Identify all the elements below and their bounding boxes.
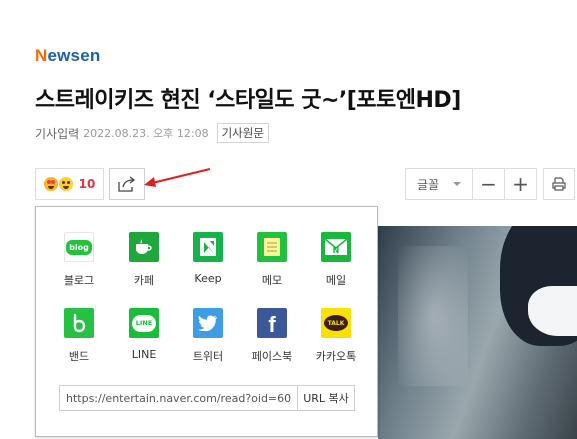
share-blog[interactable]: blog 블로그 <box>51 232 107 288</box>
share-band[interactable]: 밴드 <box>51 308 107 364</box>
memo-icon <box>257 232 287 262</box>
smile-emoji-icon <box>58 177 73 191</box>
share-kakaotalk-label: 카카오톡 <box>315 350 357 363</box>
article-photo <box>378 226 577 439</box>
line-icon: LINE <box>129 308 159 338</box>
mail-tile-text: N <box>332 245 340 255</box>
kakaotalk-tile-text: TALK <box>327 319 345 327</box>
line-tile-text: LINE <box>135 319 153 327</box>
url-copy-row: URL 복사 <box>59 385 355 411</box>
love-emoji-icon <box>43 177 58 191</box>
share-blog-label: 블로그 <box>63 274 95 287</box>
blog-tile-text: blog <box>66 239 92 255</box>
article-date: 2022.08.23. 오후 12:08 <box>83 127 209 140</box>
reaction-count: 10 <box>78 177 96 191</box>
share-memo[interactable]: 메모 <box>244 232 300 288</box>
annotation-arrow-icon <box>144 168 211 187</box>
twitter-icon <box>193 308 223 338</box>
share-facebook-label: 페이스북 <box>251 350 293 363</box>
text-tools: 글꼴 − + <box>405 168 575 200</box>
print-icon <box>552 177 566 191</box>
share-line[interactable]: LINE LINE <box>116 308 172 361</box>
font-label: 글꼴 <box>416 177 440 192</box>
share-keep-label: Keep <box>194 272 222 285</box>
share-twitter[interactable]: 트위터 <box>180 308 236 364</box>
keep-icon <box>193 232 223 262</box>
url-copy-button[interactable]: URL 복사 <box>298 386 354 410</box>
article-meta: 기사입력 2022.08.23. 오후 12:08 기사원문 <box>35 123 269 143</box>
share-kakaotalk[interactable]: TALK 카카오톡 <box>308 308 364 364</box>
share-cafe[interactable]: 카페 <box>116 232 172 288</box>
article-title: 스트레이키즈 현진 ‘스타일도 굿~’[포토엔HD] <box>35 88 461 113</box>
article-toolbar: 10 글꼴 − + <box>35 168 577 202</box>
logo-text: ewsen <box>47 46 101 65</box>
blog-icon: blog <box>64 232 94 262</box>
share-keep[interactable]: Keep <box>180 232 236 285</box>
facebook-tile-text: f <box>268 312 276 337</box>
newsen-logo[interactable]: Newsen <box>35 46 100 66</box>
url-field[interactable] <box>60 386 298 410</box>
original-article-button[interactable]: 기사원문 <box>216 123 269 143</box>
share-mail[interactable]: N 메일 <box>308 232 364 288</box>
kakaotalk-icon: TALK <box>321 308 351 338</box>
share-facebook[interactable]: f 페이스북 <box>244 308 300 364</box>
share-popup: blog 블로그 카페 Keep 메모 N 메일 밴드 LINE LINE 트위… <box>35 206 378 437</box>
share-twitter-label: 트위터 <box>192 350 224 363</box>
share-band-label: 밴드 <box>68 350 90 363</box>
facebook-icon: f <box>257 308 287 338</box>
font-decrease-button[interactable]: − <box>473 168 505 200</box>
font-select[interactable]: 글꼴 <box>405 168 473 200</box>
band-icon <box>64 308 94 338</box>
reaction-button[interactable]: 10 <box>35 168 104 200</box>
share-mail-label: 메일 <box>325 274 347 287</box>
input-label: 기사입력 <box>35 126 80 141</box>
mail-icon: N <box>321 232 351 262</box>
share-cafe-label: 카페 <box>133 274 155 287</box>
font-increase-button[interactable]: + <box>505 168 537 200</box>
share-icon <box>118 176 136 192</box>
share-line-label: LINE <box>131 348 157 361</box>
chevron-down-icon <box>453 182 462 186</box>
logo-letter-n: N <box>35 46 48 65</box>
cafe-icon <box>129 232 159 262</box>
share-memo-label: 메모 <box>261 274 283 287</box>
print-button[interactable] <box>543 168 575 200</box>
